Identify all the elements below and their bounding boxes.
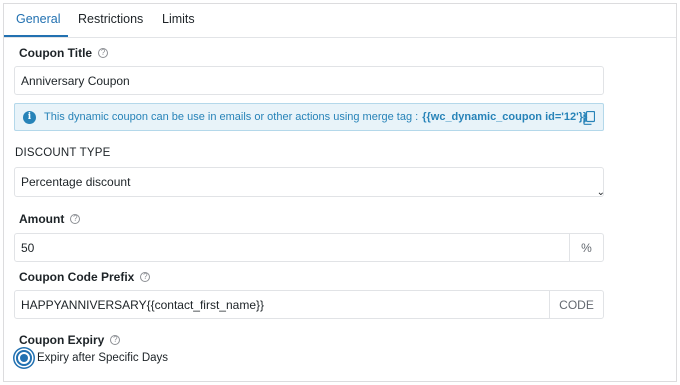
coupon-title-value: Anniversary Coupon: [21, 73, 130, 88]
notice-text: This dynamic coupon can be use in emails…: [44, 111, 419, 123]
amount-label-text: Amount: [19, 212, 65, 226]
coupon-settings-panel: General Restrictions Limits Coupon Title…: [3, 3, 677, 382]
tab-bar: General Restrictions Limits: [4, 4, 676, 38]
coupon-title-label: Coupon Title ?: [19, 46, 109, 60]
percent-suffix: %: [569, 234, 603, 261]
expiry-option[interactable]: Expiry after Specific Days: [16, 350, 168, 366]
coupon-title-input[interactable]: Anniversary Coupon: [14, 66, 604, 95]
chevron-down-icon: ⌄: [596, 187, 605, 198]
coupon-code-prefix-input[interactable]: HAPPYANNIVERSARY{{contact_first_name}} C…: [14, 290, 604, 319]
help-icon[interactable]: ?: [140, 272, 151, 282]
tab-restrictions[interactable]: Restrictions: [78, 12, 143, 26]
amount-input[interactable]: 50 %: [14, 233, 604, 262]
discount-type-value: Percentage discount: [21, 175, 131, 189]
coupon-title-label-text: Coupon Title: [19, 46, 93, 60]
help-icon[interactable]: ?: [70, 214, 81, 224]
code-suffix: CODE: [549, 291, 603, 318]
coupon-expiry-label: Coupon Expiry ?: [19, 333, 121, 347]
expiry-option-label: Expiry after Specific Days: [37, 352, 169, 364]
coupon-code-prefix-label: Coupon Code Prefix ?: [19, 270, 151, 284]
discount-type-select[interactable]: Percentage discount ⌄: [14, 167, 605, 198]
tab-limits[interactable]: Limits: [162, 12, 195, 26]
tab-general[interactable]: General: [16, 12, 60, 26]
coupon-code-prefix-value: HAPPYANNIVERSARY{{contact_first_name}}: [21, 297, 265, 312]
amount-label: Amount ?: [19, 212, 81, 226]
radio-selected-dot: [20, 354, 28, 362]
merge-tag-notice: i This dynamic coupon can be use in emai…: [14, 103, 604, 131]
help-icon[interactable]: ?: [110, 335, 121, 345]
discount-type-heading: DISCOUNT TYPE: [15, 147, 111, 159]
copy-icon[interactable]: [583, 111, 595, 125]
info-icon: i: [23, 110, 36, 124]
amount-value: 50: [21, 240, 35, 255]
help-icon[interactable]: ?: [98, 48, 109, 58]
expiry-radio[interactable]: [16, 350, 32, 366]
coupon-expiry-label-text: Coupon Expiry: [19, 333, 105, 347]
coupon-code-prefix-label-text: Coupon Code Prefix: [19, 270, 135, 284]
merge-tag: {{wc_dynamic_coupon id='12'}}: [422, 111, 588, 123]
active-tab-indicator: [4, 35, 68, 37]
